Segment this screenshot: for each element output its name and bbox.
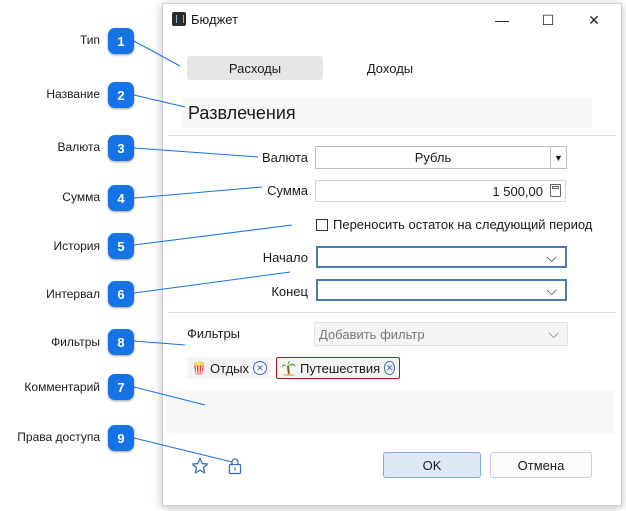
callout-badge: 4 xyxy=(108,185,134,211)
callout-badge: 7 xyxy=(108,374,134,400)
callout-label: Тип xyxy=(79,33,100,47)
callout-line xyxy=(133,224,293,246)
callout-label: Фильтры xyxy=(51,335,100,349)
callout-label: Права доступа xyxy=(17,430,100,444)
callout-badge: 8 xyxy=(108,329,134,355)
callout-line xyxy=(133,40,181,67)
callout-label: История xyxy=(53,239,100,253)
callout-badge: 2 xyxy=(108,82,134,108)
callout-line xyxy=(133,340,186,346)
callout-badge: 6 xyxy=(108,281,134,307)
callout-label: Сумма xyxy=(62,190,100,204)
callout-line xyxy=(133,94,186,108)
callout-line xyxy=(133,437,233,463)
callout-label: Название xyxy=(46,87,100,101)
callout-line xyxy=(133,271,291,294)
callout-badge: 5 xyxy=(108,233,134,259)
callout-label: Валюта xyxy=(57,140,100,154)
callout-label: Интервал xyxy=(46,287,100,301)
callout-line xyxy=(133,386,206,406)
callout-badge: 9 xyxy=(108,425,134,451)
callout-line xyxy=(133,186,263,199)
callout-line xyxy=(133,147,259,158)
callout-label: Комментарий xyxy=(24,380,100,394)
callout-badge: 1 xyxy=(108,28,134,54)
callout-badge: 3 xyxy=(108,135,134,161)
